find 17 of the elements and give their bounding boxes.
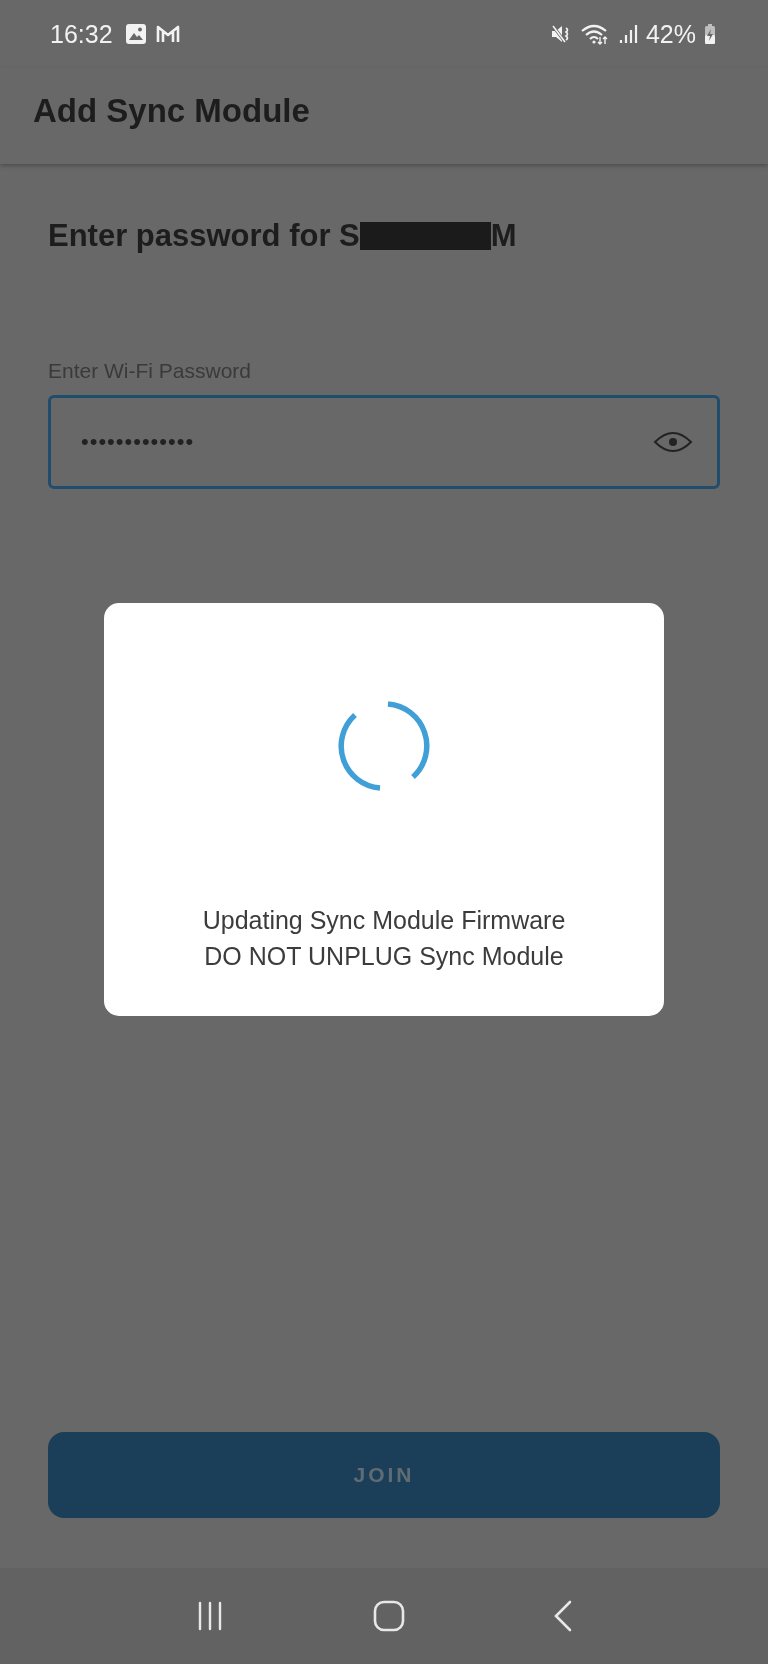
heading-text: Enter password for S <box>48 218 360 254</box>
home-icon[interactable] <box>373 1600 405 1632</box>
status-time: 16:32 <box>50 19 113 49</box>
battery-icon <box>704 23 716 45</box>
password-value: ••••••••••••• <box>81 429 195 455</box>
dialog-message: DO NOT UNPLUG Sync Module <box>203 941 565 972</box>
show-password-icon[interactable] <box>653 430 693 454</box>
signal-icon <box>617 23 638 45</box>
mail-icon <box>154 23 181 45</box>
wifi-icon <box>579 23 610 45</box>
loading-spinner-icon <box>338 700 430 792</box>
password-field[interactable]: ••••••••••••• <box>48 395 720 489</box>
battery-percent: 42% <box>645 19 696 49</box>
dialog-message: Updating Sync Module Firmware <box>202 905 566 936</box>
screen-title: Add Sync Module <box>33 92 310 130</box>
heading-text: M <box>490 218 517 254</box>
image-icon <box>124 23 147 45</box>
